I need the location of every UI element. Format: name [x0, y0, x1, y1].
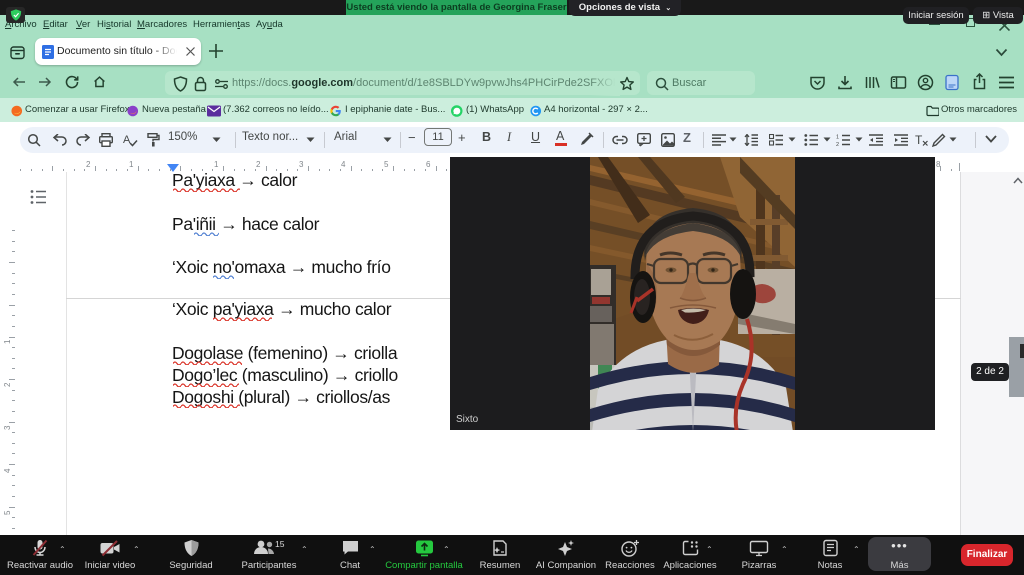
svg-text:15: 15	[275, 539, 285, 549]
svg-text:4: 4	[3, 468, 12, 473]
svg-text:3: 3	[3, 425, 12, 430]
svg-text:1: 1	[836, 135, 839, 141]
svg-text:T: T	[915, 133, 923, 147]
svg-text:2: 2	[836, 142, 839, 146]
svg-text:2: 2	[3, 382, 12, 387]
svg-text:5: 5	[3, 510, 12, 515]
svg-text:A: A	[123, 134, 131, 146]
svg-text:1: 1	[3, 339, 12, 344]
